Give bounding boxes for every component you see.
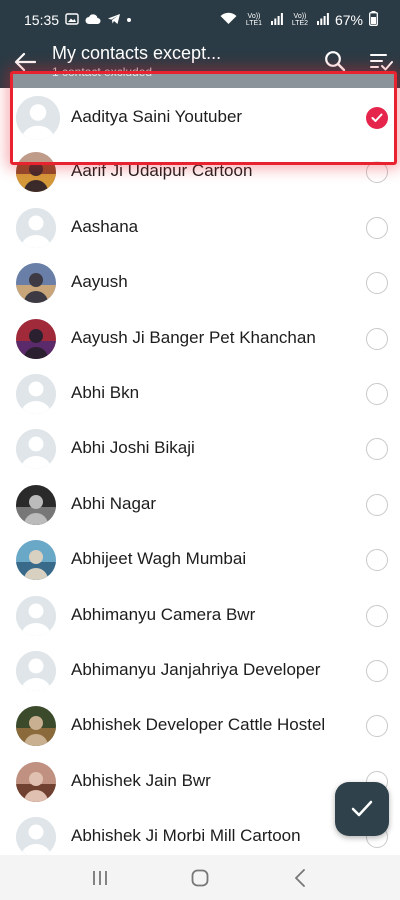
default-avatar bbox=[16, 207, 56, 248]
contact-checkbox[interactable] bbox=[366, 383, 388, 405]
photo-avatar bbox=[16, 318, 56, 359]
network-label-sim2: Vo)) LTE2 bbox=[291, 13, 309, 27]
contact-checkbox[interactable] bbox=[366, 438, 388, 461]
contact-row[interactable]: Abhimanyu Camera Bwr bbox=[0, 589, 400, 644]
system-nav-bar bbox=[0, 855, 400, 900]
contact-name: Abhishek Ji Morbi Mill Cartoon bbox=[71, 826, 301, 846]
photo-avatar bbox=[16, 263, 56, 304]
contact-checkbox[interactable] bbox=[366, 272, 388, 295]
contact-name: Aaditya Saini Youtuber bbox=[71, 107, 243, 126]
contact-row[interactable]: Abhi Joshi Bikaji bbox=[0, 422, 400, 477]
contact-checkbox[interactable] bbox=[366, 715, 388, 738]
contact-row[interactable]: Abhishek Developer Cattle Hostel bbox=[0, 699, 400, 754]
default-avatar bbox=[16, 817, 56, 855]
signal-sim2-icon bbox=[316, 12, 329, 28]
recents-icon bbox=[93, 870, 107, 885]
check-icon bbox=[371, 113, 383, 122]
contact-name: Abhishek Developer Cattle Hostel bbox=[71, 715, 326, 735]
cloud-notification-icon bbox=[85, 12, 101, 28]
telegram-notification-icon bbox=[107, 12, 121, 28]
back-nav-button[interactable] bbox=[280, 863, 320, 893]
photo-avatar bbox=[16, 540, 56, 581]
contact-name: Abhi Bkn bbox=[71, 383, 140, 402]
default-avatar bbox=[16, 429, 56, 470]
contact-name: Aashana bbox=[71, 216, 139, 236]
contact-row[interactable]: Abhimanyu Janjahriya Developer bbox=[0, 644, 400, 699]
default-avatar bbox=[16, 595, 56, 636]
signal-sim1-icon bbox=[270, 12, 283, 28]
contact-row[interactable]: Abhi Bkn bbox=[0, 367, 400, 422]
contact-checkbox[interactable] bbox=[366, 493, 388, 516]
photo-avatar bbox=[16, 761, 56, 802]
contact-name: Abhi Joshi Bikaji bbox=[71, 438, 195, 458]
network-label-sim1: Vo)) LTE1 bbox=[245, 13, 263, 27]
contact-row[interactable]: Abhi Nagar bbox=[0, 478, 400, 533]
contact-name: Abhijeet Wagh Mumbai bbox=[71, 549, 247, 569]
contact-name: Aayush Ji Banger Pet Khanchan bbox=[71, 327, 316, 347]
status-time: 15:35 bbox=[24, 12, 60, 28]
contact-name: Abhi Nagar bbox=[71, 493, 157, 513]
chevron-left-icon bbox=[295, 868, 305, 887]
confirm-fab-button[interactable] bbox=[335, 782, 389, 836]
contact-list: Aaditya Saini YoutuberAarif Ji Udaipur C… bbox=[0, 90, 400, 855]
contact-checkbox[interactable] bbox=[366, 549, 388, 572]
home-icon bbox=[191, 869, 209, 886]
contact-row-selected[interactable]: Aaditya Saini Youtuber bbox=[12, 92, 395, 144]
more-notifications-dot bbox=[127, 18, 132, 22]
contact-checkbox[interactable] bbox=[366, 327, 388, 350]
default-avatar bbox=[16, 96, 60, 140]
contact-checkbox[interactable] bbox=[366, 660, 388, 682]
contact-name: Abhishek Jain Bwr bbox=[71, 770, 211, 790]
page-title: My contacts except... bbox=[52, 43, 222, 63]
contact-name: Abhimanyu Janjahriya Developer bbox=[71, 660, 321, 679]
status-bar: 15:35 Vo)) LTE1 Vo)) LTE2 67% bbox=[0, 0, 400, 40]
contact-row[interactable]: Aayush Ji Banger Pet Khanchan bbox=[0, 312, 400, 367]
home-button[interactable] bbox=[180, 863, 220, 893]
photo-avatar bbox=[16, 706, 56, 747]
battery-icon bbox=[369, 11, 378, 29]
select-all-icon bbox=[370, 54, 393, 71]
contact-row[interactable]: Aashana bbox=[0, 201, 400, 256]
contact-name: Aayush bbox=[71, 272, 128, 292]
search-icon bbox=[325, 51, 346, 72]
gallery-notification-icon bbox=[65, 12, 79, 28]
contact-checkbox[interactable] bbox=[366, 604, 388, 627]
recents-button[interactable] bbox=[80, 863, 120, 893]
wifi-icon bbox=[220, 12, 237, 28]
photo-avatar bbox=[16, 484, 56, 525]
default-avatar bbox=[16, 374, 56, 414]
contact-checkbox-checked[interactable] bbox=[366, 107, 388, 129]
default-avatar bbox=[16, 651, 56, 691]
battery-percent: 67% bbox=[334, 12, 363, 28]
contact-checkbox[interactable] bbox=[366, 216, 388, 239]
contact-name: Abhimanyu Camera Bwr bbox=[71, 604, 256, 624]
check-icon bbox=[351, 800, 373, 817]
contact-row[interactable]: Abhijeet Wagh Mumbai bbox=[0, 533, 400, 588]
contact-row[interactable]: Aayush bbox=[0, 256, 400, 311]
arrow-back-icon bbox=[14, 52, 36, 72]
